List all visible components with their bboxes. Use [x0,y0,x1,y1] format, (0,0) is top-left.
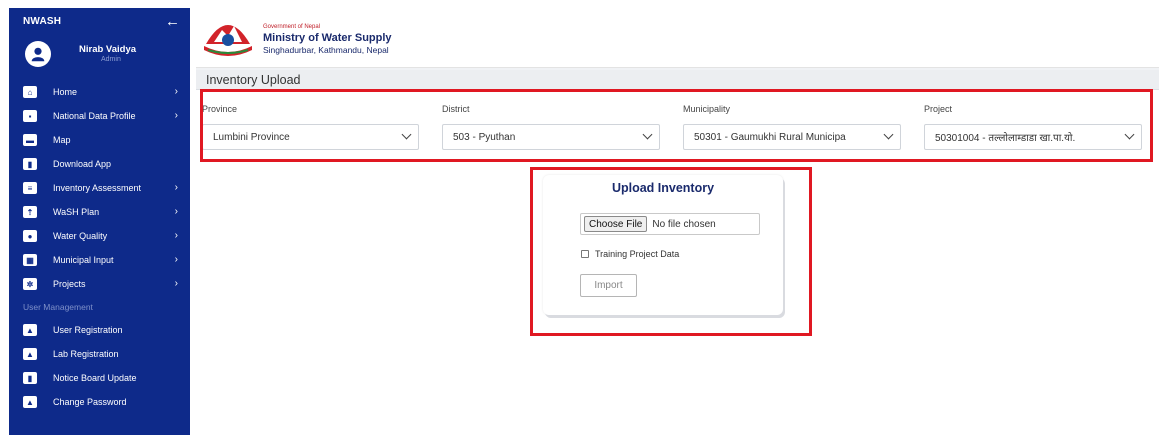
municipality-filter: Municipality 50301 - Gaumukhi Rural Muni… [683,104,901,150]
nepal-emblem-icon [204,25,252,56]
sidebar-item-water-quality[interactable]: ● Water Quality › [9,224,190,248]
menu-item-label: Home [53,87,78,97]
top-header: Government of Nepal Ministry of Water Su… [196,8,1159,68]
sidebar-item-home[interactable]: ⌂ Home › [9,80,190,104]
chevron-right-icon: › [174,278,178,289]
menu-item-label: National Data Profile [53,111,136,121]
mobile-icon: ▮ [23,158,37,170]
sidebar-item-wash-plan[interactable]: ⇡ WaSH Plan › [9,200,190,224]
page-title-bar: Inventory Upload [196,70,1159,90]
menu-item-label: Change Password [53,397,127,407]
menu-item-label: WaSH Plan [53,207,100,217]
chevron-down-icon [401,129,412,140]
ministry-name: Ministry of Water Supply [263,32,392,44]
database-icon: ▪ [23,110,37,122]
cogs-icon: ✲ [23,278,37,290]
menu-item-label: Municipal Input [53,255,114,265]
government-label: Government of Nepal [263,24,321,30]
droplet-icon: ● [23,230,37,242]
building-icon: ▦ [23,254,37,266]
sidebar-item-map[interactable]: ▬ Map [9,128,190,152]
district-label: District [442,104,470,114]
menu-item-label: Inventory Assessment [53,183,142,193]
user-name: Nirab Vaidya [79,44,137,56]
avatar [25,41,51,67]
province-label: Province [202,104,238,114]
project-filter: Project 50301004 - तल्लोलाम्डाडा खा.पा.य… [924,104,1142,150]
menu-item-label: Lab Registration [53,349,119,359]
upload-inventory-card: Upload Inventory Choose File No file cho… [543,175,783,315]
menu-item-label: Projects [53,279,86,289]
sidebar: NWASH ← Nirab Vaidya Admin ⌂ Home › ▪ Nation… [9,8,190,435]
training-project-row: Training Project Data [581,249,679,259]
upload-card-title: Upload Inventory [611,181,715,195]
sidebar-item-change-password[interactable]: ▲ Change Password [9,390,190,414]
notice-icon: ▮ [23,372,37,384]
user-role: Admin [101,55,121,63]
upload-icon: ⇡ [23,206,37,218]
sidebar-item-municipal-input[interactable]: ▦ Municipal Input › [9,248,190,272]
chevron-right-icon: › [174,86,178,97]
file-status: No file chosen [652,218,716,230]
municipality-select[interactable]: 50301 - Gaumukhi Rural Municipa [683,124,901,150]
map-icon: ▬ [23,134,37,146]
page-title: Inventory Upload [206,73,301,87]
chevron-down-icon [642,129,653,140]
chevron-down-icon [1124,129,1135,140]
menu-item-label: Notice Board Update [53,373,137,383]
sidebar-item-inventory-assessment[interactable]: ≡ Inventory Assessment › [9,176,190,200]
project-label: Project [924,104,953,114]
lock-icon: ▲ [23,396,37,408]
user-avatar-icon [31,47,45,62]
sidebar-item-national-data-profile[interactable]: ▪ National Data Profile › [9,104,190,128]
district-value: 503 - Pyuthan [453,131,516,143]
chevron-right-icon: › [174,254,178,265]
project-select[interactable]: 50301004 - तल्लोलाम्डाडा खा.पा.यो. [924,124,1142,150]
sidebar-item-notice-board-update[interactable]: ▮ Notice Board Update [9,366,190,390]
sidebar-item-user-registration[interactable]: ▲ User Registration [9,318,190,342]
municipality-label: Municipality [683,104,731,114]
menu-item-label: Water Quality [53,231,108,241]
sidebar-item-projects[interactable]: ✲ Projects › [9,272,190,296]
chevron-right-icon: › [174,206,178,217]
main-menu: ⌂ Home › ▪ National Data Profile › ▬ Map ▮ Downlo… [9,80,190,296]
province-select[interactable]: Lumbini Province [202,124,419,150]
sidebar-item-lab-registration[interactable]: ▲ Lab Registration [9,342,190,366]
chevron-right-icon: › [174,182,178,193]
home-icon: ⌂ [23,86,37,98]
district-filter: District 503 - Pyuthan [442,104,660,150]
municipality-value: 50301 - Gaumukhi Rural Municipa [694,131,846,143]
user-icon: ▲ [23,324,37,336]
sidebar-item-download-app[interactable]: ▮ Download App [9,152,190,176]
sidebar-header: NWASH ← [9,8,190,34]
user-management-heading: User Management [23,302,93,312]
menu-item-label: Download App [53,159,112,169]
filter-panel: Province Lumbini Province District 503 -… [196,90,1159,160]
district-select[interactable]: 503 - Pyuthan [442,124,660,150]
choose-file-button[interactable]: Choose File [584,216,648,232]
chevron-right-icon: › [174,110,178,121]
file-input[interactable]: Choose File No file chosen [580,213,760,235]
flask-icon: ▲ [23,348,37,360]
menu-item-label: Map [53,135,71,145]
menu-item-label: User Registration [53,325,123,335]
import-button[interactable]: Import [580,274,637,297]
user-profile: Nirab Vaidya Admin [9,34,190,74]
ministry-address: Singhadurbar, Kathmandu, Nepal [263,45,389,55]
list-icon: ≡ [23,182,37,194]
arrow-left-icon[interactable]: ← [165,14,180,29]
app-root: NWASH ← Nirab Vaidya Admin ⌂ Home › ▪ Nation… [0,0,1165,435]
user-management-menu: ▲ User Registration ▲ Lab Registration ▮ Noti… [9,318,190,414]
chevron-right-icon: › [174,230,178,241]
brand-name: NWASH [23,15,62,27]
province-filter: Province Lumbini Province [202,104,419,150]
training-project-label: Training Project Data [595,249,680,259]
chevron-down-icon [883,129,894,140]
training-project-checkbox[interactable] [581,250,589,258]
project-value: 50301004 - तल्लोलाम्डाडा खा.पा.यो. [935,133,1076,144]
province-value: Lumbini Province [213,131,290,143]
user-info: Nirab Vaidya Admin [79,44,136,64]
